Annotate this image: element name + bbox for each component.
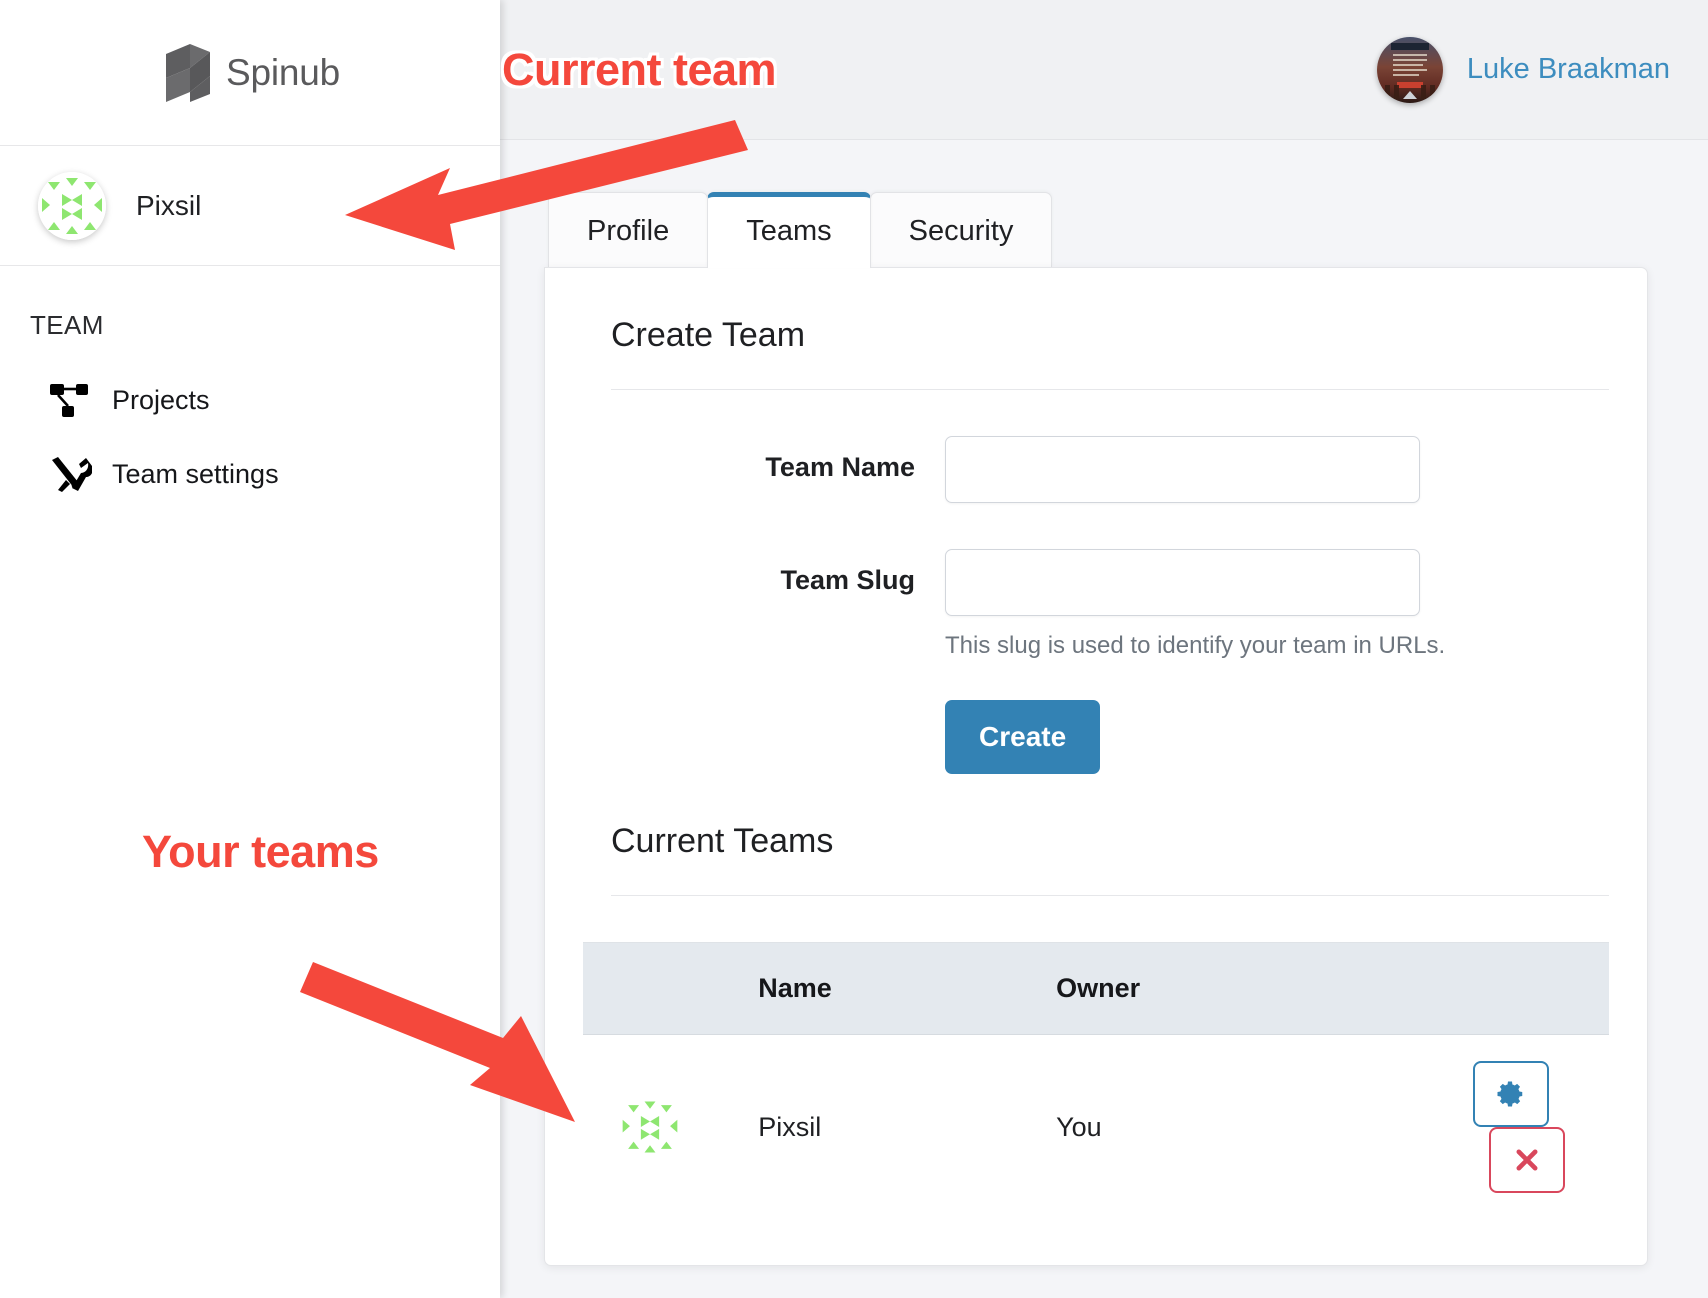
sidebar-nav: TEAM Projects Team settings xyxy=(0,266,500,511)
row-actions-cell xyxy=(1473,1035,1609,1220)
tab-profile[interactable]: Profile xyxy=(548,192,709,268)
brand-name: Spinub xyxy=(225,51,340,93)
current-teams-divider xyxy=(611,895,1609,896)
sidebar-item-team-settings-label: Team settings xyxy=(112,458,279,489)
team-name-label: Team Name xyxy=(765,452,915,482)
team-slug-help-text: This slug is used to identify your team … xyxy=(945,632,1446,659)
pixsil-team-avatar xyxy=(619,1096,681,1158)
close-x-icon xyxy=(1516,1149,1538,1171)
user-name-label: Luke Braakman xyxy=(1466,53,1670,85)
tab-teams[interactable]: Teams xyxy=(707,192,871,268)
table-row: Pixsil You xyxy=(583,1035,1609,1220)
remove-team-button[interactable] xyxy=(1489,1127,1565,1193)
spinub-logo-icon xyxy=(160,42,216,104)
team-name-row: Team Name xyxy=(581,436,1611,503)
tab-security[interactable]: Security xyxy=(869,192,1053,268)
row-team-name: Pixsil xyxy=(758,1111,822,1142)
tools-icon xyxy=(48,454,92,494)
sidebar: Spinub Pixsil TEAM Projects Team setting… xyxy=(0,0,500,1298)
col-header-owner: Owner xyxy=(1056,942,1473,1035)
app-root: Spinub Pixsil TEAM Projects Team setting… xyxy=(0,0,1708,1298)
team-settings-button[interactable] xyxy=(1473,1061,1549,1127)
sidebar-item-team-settings[interactable]: Team settings xyxy=(0,437,500,511)
pixsil-team-avatar xyxy=(38,171,106,240)
topbar: Luke Braakman xyxy=(500,0,1708,140)
brand-header[interactable]: Spinub xyxy=(0,0,500,146)
gear-icon xyxy=(1497,1081,1523,1107)
main-area: Luke Braakman Profile Teams Security Cre… xyxy=(500,0,1708,1298)
team-slug-row: Team Slug This slug is used to identify … xyxy=(581,549,1611,774)
teams-panel: Create Team Team Name Team Slug This slu… xyxy=(544,267,1648,1266)
settings-tabs: Profile Teams Security xyxy=(544,192,1648,268)
col-header-actions xyxy=(1473,942,1609,1035)
table-header-row: Name Owner xyxy=(583,942,1609,1035)
sidebar-item-projects[interactable]: Projects xyxy=(0,363,500,437)
create-team-button[interactable]: Create xyxy=(945,700,1101,774)
sidebar-current-team-label: Pixsil xyxy=(136,189,202,221)
sidebar-current-team[interactable]: Pixsil xyxy=(0,146,500,266)
user-menu[interactable]: Luke Braakman xyxy=(1376,36,1670,103)
row-avatar-cell xyxy=(583,1035,758,1220)
table-head: Name Owner xyxy=(583,942,1609,1035)
current-teams-title: Current Teams xyxy=(611,822,834,860)
current-teams-table-wrap: Name Owner Pixsil You xyxy=(583,942,1609,1219)
team-slug-label: Team Slug xyxy=(780,565,915,595)
table-body: Pixsil You xyxy=(583,1035,1609,1220)
team-name-input[interactable] xyxy=(945,436,1420,503)
create-team-divider xyxy=(611,389,1609,390)
user-avatar-image xyxy=(1376,36,1443,103)
sitemap-icon xyxy=(48,380,92,420)
create-team-title: Create Team xyxy=(611,316,806,354)
col-header-name: Name xyxy=(758,942,1057,1035)
sidebar-section-heading: TEAM xyxy=(30,310,104,340)
content-area: Profile Teams Security Create Team Team … xyxy=(500,140,1708,1298)
team-slug-input[interactable] xyxy=(945,549,1420,616)
col-header-avatar xyxy=(583,942,759,1035)
current-teams-table: Name Owner Pixsil You xyxy=(583,942,1609,1219)
row-team-owner: You xyxy=(1056,1111,1102,1142)
sidebar-item-projects-label: Projects xyxy=(112,384,210,415)
